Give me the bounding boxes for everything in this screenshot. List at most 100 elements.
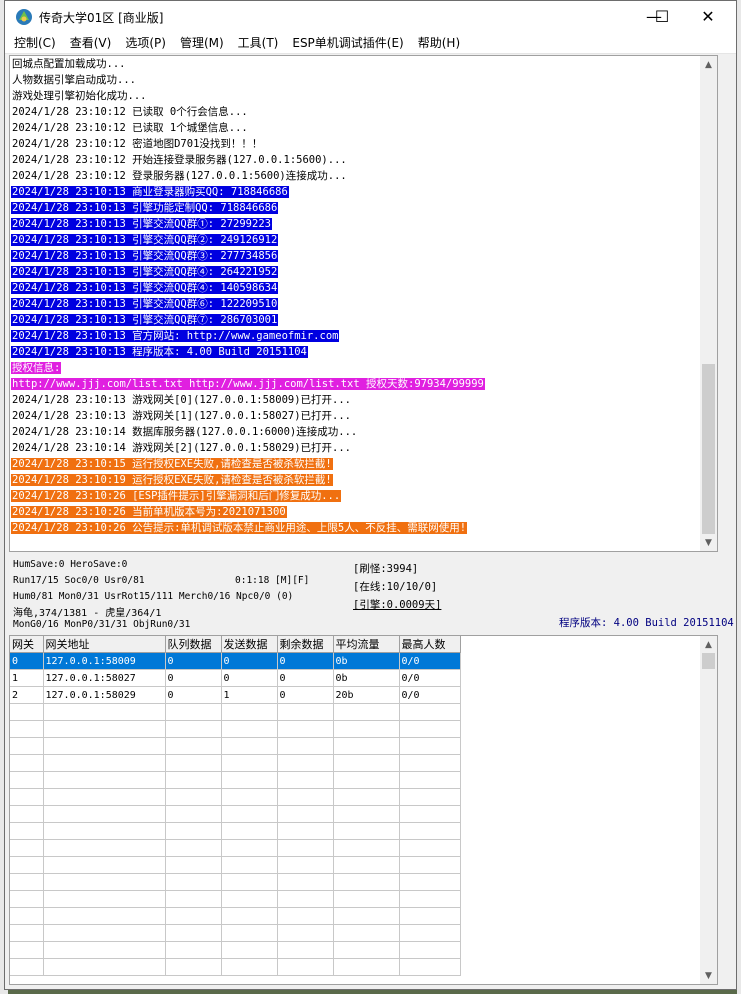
background-right-edge (737, 0, 741, 994)
table-cell (221, 907, 278, 925)
menu-view[interactable]: 查看(V) (63, 33, 119, 53)
table-row[interactable] (10, 924, 461, 942)
table-row[interactable] (10, 907, 461, 925)
grid-header-row: 网关 网关地址 队列数据 发送数据 剩余数据 平均流量 最高人数 (10, 636, 461, 653)
status-map: 海龟,374/1381 - 虎皇/364/1 (13, 608, 162, 619)
table-row[interactable] (10, 839, 461, 857)
log-line: 授权信息: (10, 360, 717, 376)
table-row[interactable] (10, 754, 461, 772)
table-cell (221, 941, 278, 959)
table-row[interactable] (10, 805, 461, 823)
column-header[interactable]: 发送数据 (221, 636, 278, 653)
status-refresh: [刷怪:3994] (353, 563, 419, 575)
table-row[interactable]: 2 127.0.0.1:58029 0 1 0 20b 0/0 (10, 686, 461, 704)
menu-tools[interactable]: 工具(T) (231, 33, 286, 53)
table-cell (277, 703, 334, 721)
table-cell (10, 737, 44, 755)
gateway-grid[interactable]: 网关 网关地址 队列数据 发送数据 剩余数据 平均流量 最高人数 0 127.0.0.1:58… (9, 635, 718, 985)
status-engine[interactable]: [引擎:0.0009天] (353, 597, 441, 612)
table-cell (399, 941, 461, 959)
column-header[interactable]: 队列数据 (165, 636, 222, 653)
grid-scrollbar[interactable]: ▲ ▼ (700, 636, 717, 984)
menu-control[interactable]: 控制(C) (7, 33, 63, 53)
menu-manage[interactable]: 管理(M) (173, 33, 231, 53)
table-cell: 127.0.0.1:58029 (43, 686, 166, 704)
log-panel[interactable]: 回城点配置加载成功... 人物数据引擎启动成功... 游戏处理引擎初始化成功... 2… (9, 55, 718, 552)
table-cell (43, 805, 166, 823)
log-line-text: 2024/1/28 23:10:13 引擎交流QQ群⑦: 286703001 (11, 314, 279, 326)
column-header[interactable]: 最高人数 (399, 636, 461, 653)
title-bar[interactable]: 传奇大学01区 [商业版] — ☐ ✕ (5, 1, 736, 33)
table-cell (10, 703, 44, 721)
table-row[interactable] (10, 822, 461, 840)
table-cell (333, 924, 400, 942)
log-line: 2024/1/28 23:10:13 商业登录器购买QQ: 718846686 (10, 184, 717, 200)
table-cell (10, 958, 44, 976)
table-row[interactable]: 0 127.0.0.1:58009 0 0 0 0b 0/0 (10, 652, 461, 670)
log-line-text: 2024/1/28 23:10:13 游戏网关[0](127.0.0.1:580… (12, 394, 352, 406)
table-cell (399, 720, 461, 738)
table-row[interactable]: 1 127.0.0.1:58027 0 0 0 0b 0/0 (10, 669, 461, 687)
column-header[interactable]: 平均流量 (333, 636, 400, 653)
table-cell (165, 958, 222, 976)
table-cell (333, 720, 400, 738)
table-cell (399, 907, 461, 925)
table-cell (165, 754, 222, 772)
log-line-text: 2024/1/28 23:10:12 登录服务器(127.0.0.1:5600)… (12, 170, 347, 182)
table-cell (333, 788, 400, 806)
log-line-text: 2024/1/28 23:10:13 商业登录器购买QQ: 718846686 (11, 186, 289, 198)
table-cell (333, 941, 400, 959)
table-row[interactable] (10, 873, 461, 891)
table-cell (399, 856, 461, 874)
table-row[interactable] (10, 737, 461, 755)
menu-esp-plugin[interactable]: ESP单机调试插件(E) (285, 33, 410, 53)
table-row[interactable] (10, 856, 461, 874)
table-cell (221, 873, 278, 891)
table-cell (165, 771, 222, 789)
status-online: [在线:10/10/0] (353, 581, 438, 593)
table-row[interactable] (10, 941, 461, 959)
table-cell (43, 703, 166, 721)
scroll-up-icon[interactable]: ▲ (700, 56, 717, 73)
table-cell (221, 737, 278, 755)
close-button[interactable]: ✕ (685, 1, 731, 31)
menu-help[interactable]: 帮助(H) (411, 33, 467, 53)
table-cell (277, 856, 334, 874)
table-cell (221, 958, 278, 976)
status-monsters: MonG0/16 MonP0/31/31 ObjRun0/31 (13, 619, 191, 630)
table-row[interactable] (10, 703, 461, 721)
log-line: 2024/1/28 23:10:12 已读取 1个城堡信息... (10, 120, 717, 136)
table-cell (333, 737, 400, 755)
grid-scroll-up-icon[interactable]: ▲ (700, 636, 717, 653)
table-cell (43, 754, 166, 772)
table-cell (165, 720, 222, 738)
column-header[interactable]: 网关地址 (43, 636, 166, 653)
table-cell (43, 720, 166, 738)
log-line: 2024/1/28 23:10:13 游戏网关[0](127.0.0.1:580… (10, 392, 717, 408)
table-row[interactable] (10, 771, 461, 789)
table-cell: 0b (333, 669, 400, 687)
grid-scroll-thumb[interactable] (702, 653, 715, 669)
log-lines: 回城点配置加载成功... 人物数据引擎启动成功... 游戏处理引擎初始化成功... 2… (10, 56, 717, 536)
log-scroll-thumb[interactable] (702, 364, 715, 534)
column-header[interactable]: 网关 (10, 636, 44, 653)
table-cell (277, 805, 334, 823)
table-row[interactable] (10, 788, 461, 806)
table-cell: 0 (277, 686, 334, 704)
log-line: 2024/1/28 23:10:13 引擎交流QQ群⑦: 286703001 (10, 312, 717, 328)
table-cell (43, 822, 166, 840)
table-row[interactable] (10, 720, 461, 738)
log-scrollbar[interactable]: ▲ ▼ (700, 56, 717, 551)
scroll-down-icon[interactable]: ▼ (700, 534, 717, 551)
table-cell (43, 839, 166, 857)
table-row[interactable] (10, 958, 461, 976)
log-line-text: 2024/1/28 23:10:13 程序版本: 4.00 Build 2015… (11, 346, 308, 358)
table-cell (277, 890, 334, 908)
grid-scroll-down-icon[interactable]: ▼ (700, 967, 717, 984)
menu-options[interactable]: 选项(P) (118, 33, 173, 53)
maximize-button[interactable]: ☐ (639, 1, 685, 31)
log-line-text: 2024/1/28 23:10:13 引擎交流QQ群②: 249126912 (11, 234, 279, 246)
column-header[interactable]: 剩余数据 (277, 636, 334, 653)
table-row[interactable] (10, 890, 461, 908)
maximize-icon: ☐ (654, 6, 670, 26)
